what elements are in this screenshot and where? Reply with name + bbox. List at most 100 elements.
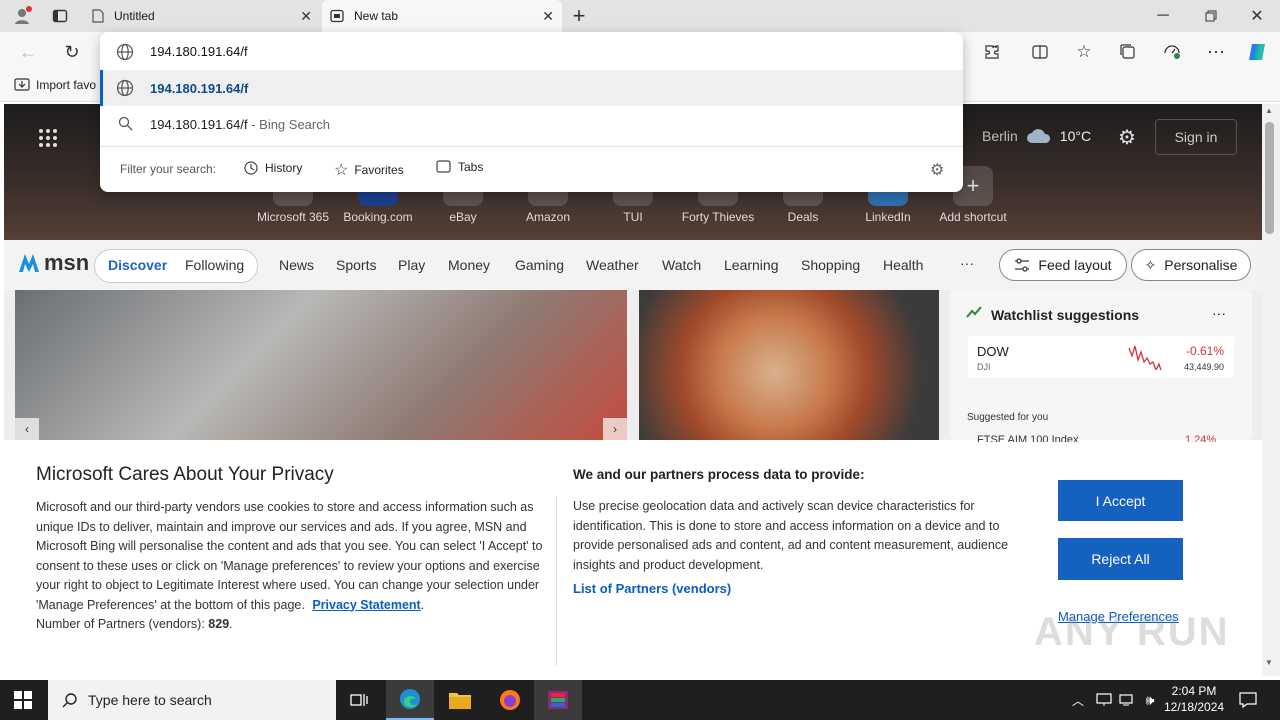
watchlist-more[interactable]: ··· bbox=[1212, 305, 1226, 321]
search-query: 194.180.191.64/f bbox=[150, 117, 248, 132]
nav-discover[interactable]: Discover bbox=[108, 257, 167, 273]
nav-shopping[interactable]: Shopping bbox=[801, 257, 860, 273]
volume-icon[interactable]: 🕪 bbox=[1140, 690, 1160, 710]
minimize-button[interactable]: ─ bbox=[1148, 4, 1178, 28]
tab-new-tab[interactable]: New tab ✕ bbox=[322, 0, 562, 32]
reject-all-button[interactable]: Reject All bbox=[1058, 538, 1183, 580]
close-icon[interactable]: ✕ bbox=[300, 8, 312, 25]
nav-following[interactable]: Following bbox=[185, 257, 244, 273]
carousel-next-icon[interactable]: › bbox=[603, 418, 627, 440]
nav-sports[interactable]: Sports bbox=[336, 257, 376, 273]
nav-weather[interactable]: Weather bbox=[586, 257, 639, 273]
sign-in-button[interactable]: Sign in bbox=[1155, 119, 1237, 155]
shortcut-label: Deals bbox=[787, 210, 819, 224]
accept-button[interactable]: I Accept bbox=[1058, 480, 1183, 521]
page-icon bbox=[92, 9, 104, 23]
address-bar[interactable]: 194.180.191.64/f bbox=[100, 32, 963, 70]
privacy-body: Microsoft and our third-party vendors us… bbox=[36, 500, 543, 612]
notifications-icon[interactable] bbox=[1236, 688, 1260, 712]
trend-icon bbox=[966, 306, 982, 318]
sign-in-label: Sign in bbox=[1174, 129, 1218, 145]
nav-more[interactable]: ··· bbox=[960, 255, 974, 271]
nav-news[interactable]: News bbox=[279, 257, 314, 273]
taskbar-search-placeholder: Type here to search bbox=[88, 692, 212, 708]
apps-launcher-icon[interactable] bbox=[36, 126, 60, 150]
partners-body: Use precise geolocation data and activel… bbox=[573, 499, 1009, 572]
filter-tabs-label: Tabs bbox=[458, 160, 484, 174]
back-icon[interactable]: ← bbox=[16, 40, 40, 64]
winrar-icon[interactable] bbox=[534, 680, 582, 720]
tab-label: Untitled bbox=[114, 9, 155, 23]
clock[interactable]: 2:04 PM 12/18/2024 bbox=[1164, 683, 1224, 715]
cloud-icon bbox=[1026, 128, 1052, 144]
carousel-prev-icon[interactable]: ‹ bbox=[15, 418, 39, 440]
partners-title: We and our partners process data to prov… bbox=[573, 467, 865, 482]
close-icon[interactable]: ✕ bbox=[542, 8, 554, 25]
collections-icon[interactable] bbox=[1116, 40, 1140, 64]
privacy-statement-link[interactable]: Privacy Statement bbox=[312, 598, 420, 612]
edge-taskbar-icon[interactable] bbox=[386, 680, 434, 720]
taskbar-search[interactable]: Type here to search bbox=[48, 680, 336, 720]
scroll-up-icon[interactable]: ▲ bbox=[1265, 106, 1273, 115]
hero-news-card[interactable]: ‹ › bbox=[15, 290, 627, 440]
file-explorer-icon[interactable] bbox=[436, 680, 484, 720]
firefox-icon[interactable] bbox=[486, 680, 534, 720]
feed-layout-button[interactable]: Feed layout bbox=[999, 249, 1127, 281]
nav-health[interactable]: Health bbox=[883, 257, 923, 273]
nav-money[interactable]: Money bbox=[448, 257, 490, 273]
privacy-text: Microsoft and our third-party vendors us… bbox=[36, 500, 543, 631]
import-favorites-button[interactable]: Import favo bbox=[14, 78, 96, 92]
more-options-icon[interactable]: ⋯ bbox=[1204, 40, 1228, 64]
refresh-icon[interactable]: ↻ bbox=[60, 40, 84, 64]
tab-untitled[interactable]: Untitled ✕ bbox=[84, 0, 320, 32]
scroll-thumb[interactable] bbox=[1265, 122, 1274, 234]
vendors-link[interactable]: List of Partners (vendors) bbox=[573, 581, 731, 596]
close-window-button[interactable]: ✕ bbox=[1242, 4, 1272, 28]
msn-logo[interactable]: msn bbox=[16, 250, 89, 276]
suggested-label: Suggested for you bbox=[967, 412, 1049, 423]
performance-icon[interactable] bbox=[1160, 40, 1184, 64]
nav-learning[interactable]: Learning bbox=[724, 257, 779, 273]
ethernet-icon[interactable] bbox=[1116, 690, 1136, 710]
personalise-button[interactable]: ✧ Personalise bbox=[1131, 249, 1251, 281]
sliders-icon bbox=[1014, 258, 1030, 272]
scroll-down-icon[interactable]: ▼ bbox=[1265, 658, 1273, 667]
windows-start-icon[interactable] bbox=[12, 690, 34, 710]
page-scrollbar[interactable]: ▲ ▼ bbox=[1262, 104, 1280, 676]
tabs-icon bbox=[436, 160, 452, 174]
stock-symbol: DOW bbox=[977, 344, 1009, 359]
suggestion-search[interactable]: 194.180.191.64/f - Bing Search bbox=[100, 106, 963, 142]
nav-gaming[interactable]: Gaming bbox=[515, 257, 564, 273]
filter-favorites[interactable]: ☆ Favorites bbox=[334, 160, 404, 180]
shortcut-label: eBay bbox=[449, 210, 477, 224]
shortcut-label: Microsoft 365 bbox=[256, 210, 330, 224]
task-view-icon[interactable] bbox=[346, 688, 372, 712]
restore-button[interactable] bbox=[1196, 4, 1226, 28]
search-icon bbox=[118, 116, 133, 131]
tab-actions-icon[interactable] bbox=[48, 4, 72, 28]
weather-city: Berlin bbox=[982, 128, 1018, 144]
watchlist-item-dow[interactable]: DOW DJI -0.61% 43,449.90 bbox=[968, 336, 1234, 378]
filter-history[interactable]: History bbox=[243, 160, 302, 176]
network-icon[interactable] bbox=[1094, 690, 1114, 710]
copilot-icon[interactable] bbox=[1244, 40, 1270, 64]
nav-watch[interactable]: Watch bbox=[662, 257, 701, 273]
settings-icon[interactable]: ⚙ bbox=[1114, 124, 1140, 150]
filter-history-label: History bbox=[265, 161, 303, 175]
new-tab-button[interactable]: + bbox=[566, 3, 592, 28]
partners-label: Number of Partners (vendors): bbox=[36, 617, 205, 631]
privacy-banner: Microsoft Cares About Your Privacy Micro… bbox=[4, 442, 1262, 676]
suggestion-url[interactable]: 194.180.191.64/f bbox=[100, 70, 963, 106]
gear-icon[interactable]: ⚙ bbox=[930, 160, 944, 180]
split-screen-icon[interactable] bbox=[1028, 40, 1052, 64]
weather-widget[interactable]: Berlin 10°C bbox=[982, 128, 1091, 144]
food-news-card[interactable] bbox=[639, 290, 939, 440]
nav-play[interactable]: Play bbox=[398, 257, 425, 273]
extensions-icon[interactable] bbox=[980, 40, 1004, 64]
address-input[interactable]: 194.180.191.64/f bbox=[150, 44, 248, 59]
filter-label: Filter your search: bbox=[120, 162, 217, 176]
chevron-up-icon[interactable]: ︿ bbox=[1068, 690, 1088, 710]
filter-tabs[interactable]: Tabs bbox=[436, 160, 483, 174]
favorites-icon[interactable]: ☆ bbox=[1072, 40, 1096, 64]
profile-icon[interactable] bbox=[8, 4, 36, 28]
